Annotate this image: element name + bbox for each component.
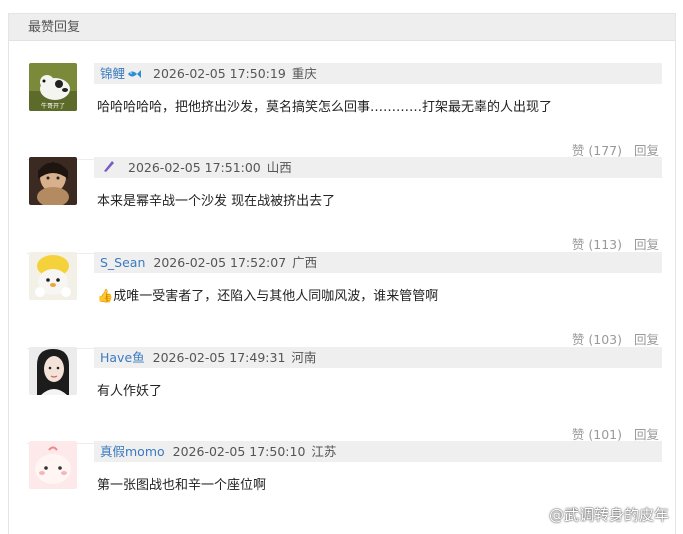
comment-text: 有人作妖了 — [97, 384, 163, 399]
comment-location: 重庆 — [291, 66, 317, 81]
like-button[interactable]: 赞 (113) — [572, 237, 622, 252]
comment-text: 👍成唯一受害者了，还陷入与其他人同咖风波，谁来管管啊 — [97, 288, 438, 306]
comment-time: 2026-02-05 17:52:07 — [153, 255, 287, 270]
section-header: 最赞回复 — [9, 14, 675, 41]
weibo-logo-icon — [523, 504, 545, 526]
comment-meta: 2026-02-05 17:51:00 山西 — [94, 157, 662, 178]
pen-badge-icon — [102, 158, 116, 179]
watermark-text: @武调转身的皮年 — [548, 505, 669, 524]
comment-meta: 真假momo 2026-02-05 17:50:10 江苏 — [94, 441, 662, 462]
comment-location: 河南 — [291, 350, 317, 365]
comment-text-body: 成唯一受害者了，还陷入与其他人同咖风波，谁来管管啊 — [113, 289, 439, 304]
avatar[interactable] — [29, 157, 77, 205]
comment-actions: 赞 (113) 回复 — [560, 234, 659, 253]
reply-button[interactable]: 回复 — [634, 332, 659, 347]
comment-text: 哈哈哈哈哈，把他挤出沙发，莫名搞笑怎么回事…………打架最无辜的人出现了 — [97, 100, 553, 115]
comment-text: 本来是幂辛战一个沙发 现在战被挤出去了 — [97, 194, 336, 209]
username-link[interactable]: S_Sean — [100, 255, 145, 270]
username-link[interactable]: Have鱼 — [100, 350, 145, 365]
fish-badge-icon — [127, 64, 142, 85]
comment-actions: 赞 (103) 回复 — [560, 329, 659, 348]
reply-button[interactable]: 回复 — [634, 143, 659, 158]
watermark: @武调转身的皮年 — [523, 504, 669, 527]
like-button[interactable]: 赞 (177) — [572, 143, 622, 158]
avatar[interactable] — [29, 347, 77, 395]
top-replies-panel: 最赞回复 牛哥开了 锦鲤 2026-02-05 17:50:19 重庆 哈哈哈哈哈，… — [8, 13, 676, 534]
username-link[interactable]: 真假momo — [100, 444, 165, 459]
avatar[interactable] — [29, 252, 77, 300]
comment-text: 第一张图战也和辛一个座位啊 — [97, 478, 267, 493]
comment-time: 2026-02-05 17:50:10 — [172, 444, 306, 459]
comment-location: 广西 — [292, 255, 318, 270]
avatar[interactable]: 牛哥开了 — [29, 63, 77, 111]
comment-location: 江苏 — [311, 444, 337, 459]
comment-meta: S_Sean 2026-02-05 17:52:07 广西 — [94, 252, 662, 273]
reply-button[interactable]: 回复 — [634, 427, 659, 442]
like-button[interactable]: 赞 (103) — [572, 332, 622, 347]
comment-location: 山西 — [266, 160, 292, 175]
svg-text:牛哥开了: 牛哥开了 — [41, 102, 65, 110]
like-button[interactable]: 赞 (101) — [572, 427, 622, 442]
comment-time: 2026-02-05 17:51:00 — [128, 160, 261, 175]
comment-time: 2026-02-05 17:49:31 — [152, 350, 286, 365]
comment-meta: 锦鲤 2026-02-05 17:50:19 重庆 — [94, 63, 662, 84]
comment-meta: Have鱼 2026-02-05 17:49:31 河南 — [94, 347, 662, 368]
username-link[interactable]: 锦鲤 — [100, 66, 125, 81]
thumbs-up-emoji: 👍 — [97, 289, 114, 304]
reply-button[interactable]: 回复 — [634, 237, 659, 252]
comment-time: 2026-02-05 17:50:19 — [153, 66, 286, 81]
avatar[interactable] — [29, 441, 77, 489]
